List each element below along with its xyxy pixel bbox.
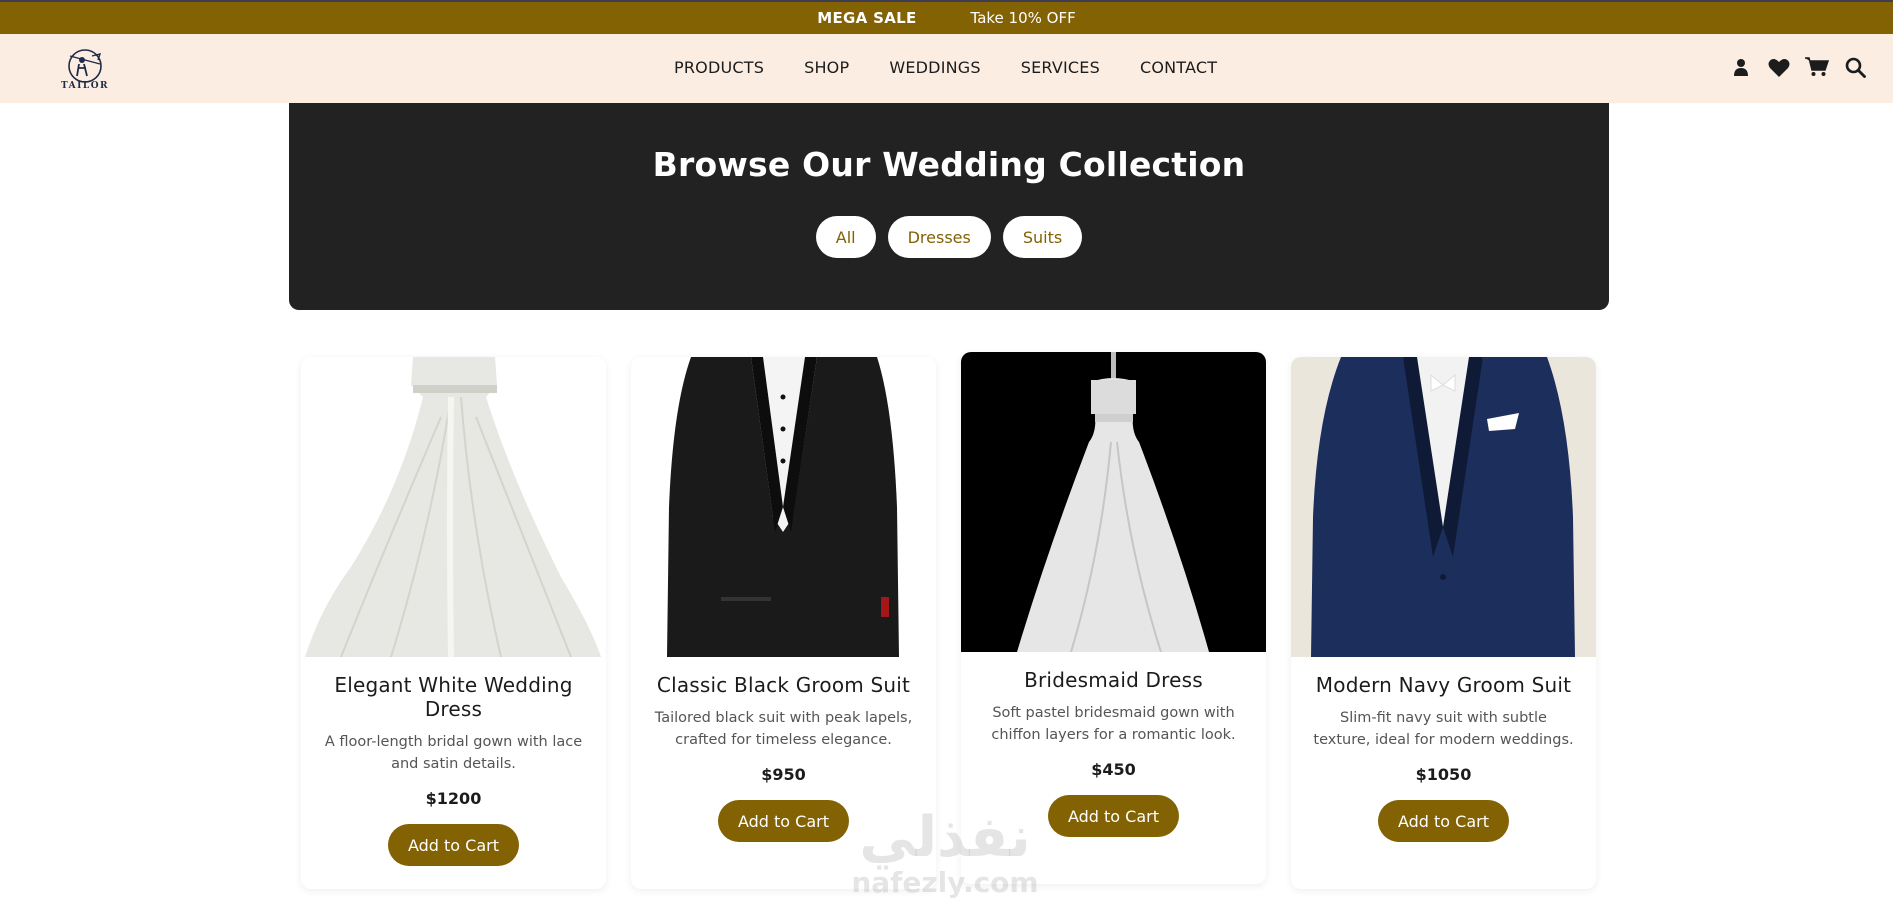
- filter-buttons: All Dresses Suits: [289, 216, 1609, 258]
- add-to-cart-button[interactable]: Add to Cart: [1377, 800, 1510, 842]
- nav-shop[interactable]: SHOP: [804, 58, 849, 77]
- product-title: Classic Black Groom Suit: [656, 673, 911, 697]
- white-wedding-dress-image[interactable]: [301, 357, 606, 657]
- page-title: Browse Our Wedding Collection: [652, 145, 1246, 184]
- nav-services[interactable]: SERVICES: [1021, 58, 1100, 77]
- product-card: Modern Navy Groom Suit Slim-fit navy sui…: [1291, 357, 1596, 889]
- filter-dresses-button[interactable]: Dresses: [887, 216, 991, 258]
- add-to-cart-button[interactable]: Add to Cart: [1047, 795, 1180, 837]
- product-description: Slim-fit navy suit with subtle texture, …: [1313, 710, 1574, 748]
- user-icon[interactable]: [1729, 55, 1753, 79]
- product-price: $450: [1091, 760, 1136, 779]
- nav-icons: [1729, 55, 1867, 79]
- add-to-cart-button[interactable]: Add to Cart: [717, 800, 850, 842]
- nav-contact[interactable]: CONTACT: [1140, 58, 1217, 77]
- product-title: Modern Navy Groom Suit: [1315, 673, 1572, 697]
- nav-products[interactable]: PRODUCTS: [674, 58, 764, 77]
- filter-suits-button[interactable]: Suits: [1002, 216, 1083, 258]
- product-price: $950: [761, 765, 806, 784]
- promo-offer-text: Take 10% OFF: [970, 9, 1076, 27]
- bridesmaid-dress-image[interactable]: [961, 352, 1266, 652]
- product-card: Bridesmaid Dress Soft pastel bridesmaid …: [961, 352, 1266, 884]
- product-description: Tailored black suit with peak lapels, cr…: [654, 710, 913, 748]
- product-description: Soft pastel bridesmaid gown with chiffon…: [991, 705, 1236, 743]
- product-price: $1200: [425, 789, 482, 808]
- product-card: Classic Black Groom Suit Tailored black …: [631, 357, 936, 889]
- logo-text: TAILOR: [60, 81, 110, 91]
- product-price: $1050: [1415, 765, 1472, 784]
- main-nav: PRODUCTS SHOP WEDDINGS SERVICES CONTACT: [674, 58, 1217, 77]
- product-title: Bridesmaid Dress: [1024, 668, 1203, 692]
- promo-bar: MEGA SALE Take 10% OFF: [0, 0, 1893, 34]
- filter-all-button[interactable]: All: [815, 216, 876, 258]
- nav-weddings[interactable]: WEDDINGS: [889, 58, 980, 77]
- search-icon[interactable]: [1843, 55, 1867, 79]
- cart-icon[interactable]: [1805, 55, 1829, 79]
- mega-sale-label: MEGA SALE: [817, 9, 917, 27]
- black-groom-suit-image[interactable]: [631, 357, 936, 657]
- product-description: A floor-length bridal gown with lace and…: [324, 734, 583, 772]
- heart-icon[interactable]: [1767, 55, 1791, 79]
- product-card: Elegant White Wedding Dress A floor-leng…: [301, 357, 606, 889]
- navy-groom-suit-image[interactable]: [1291, 357, 1596, 657]
- product-title: Elegant White Wedding Dress: [334, 673, 573, 721]
- collection-hero: Browse Our Wedding Collection All Dresse…: [289, 103, 1609, 310]
- add-to-cart-button[interactable]: Add to Cart: [387, 824, 520, 866]
